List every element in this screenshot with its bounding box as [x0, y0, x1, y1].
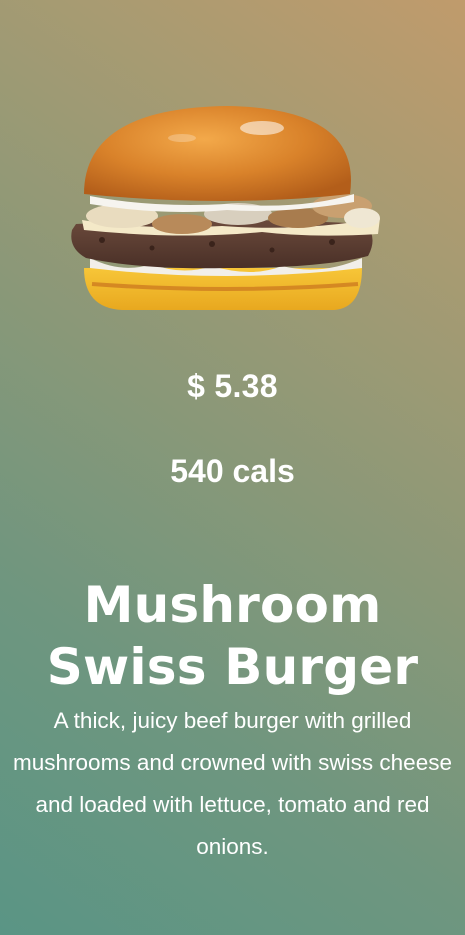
calories-label: 540 cals	[170, 453, 295, 489]
price-label: $ 5.38	[187, 368, 278, 404]
product-card: $ 5.38 540 cals Mushroom Swiss Burger A …	[0, 0, 465, 935]
product-title-line2: Swiss Burger	[46, 638, 419, 696]
product-description: A thick, juicy beef burger with grilled …	[13, 708, 452, 859]
product-title-line1: Mushroom	[83, 576, 382, 634]
product-title: Mushroom Swiss Burger	[0, 574, 465, 698]
burger-image	[62, 98, 398, 318]
